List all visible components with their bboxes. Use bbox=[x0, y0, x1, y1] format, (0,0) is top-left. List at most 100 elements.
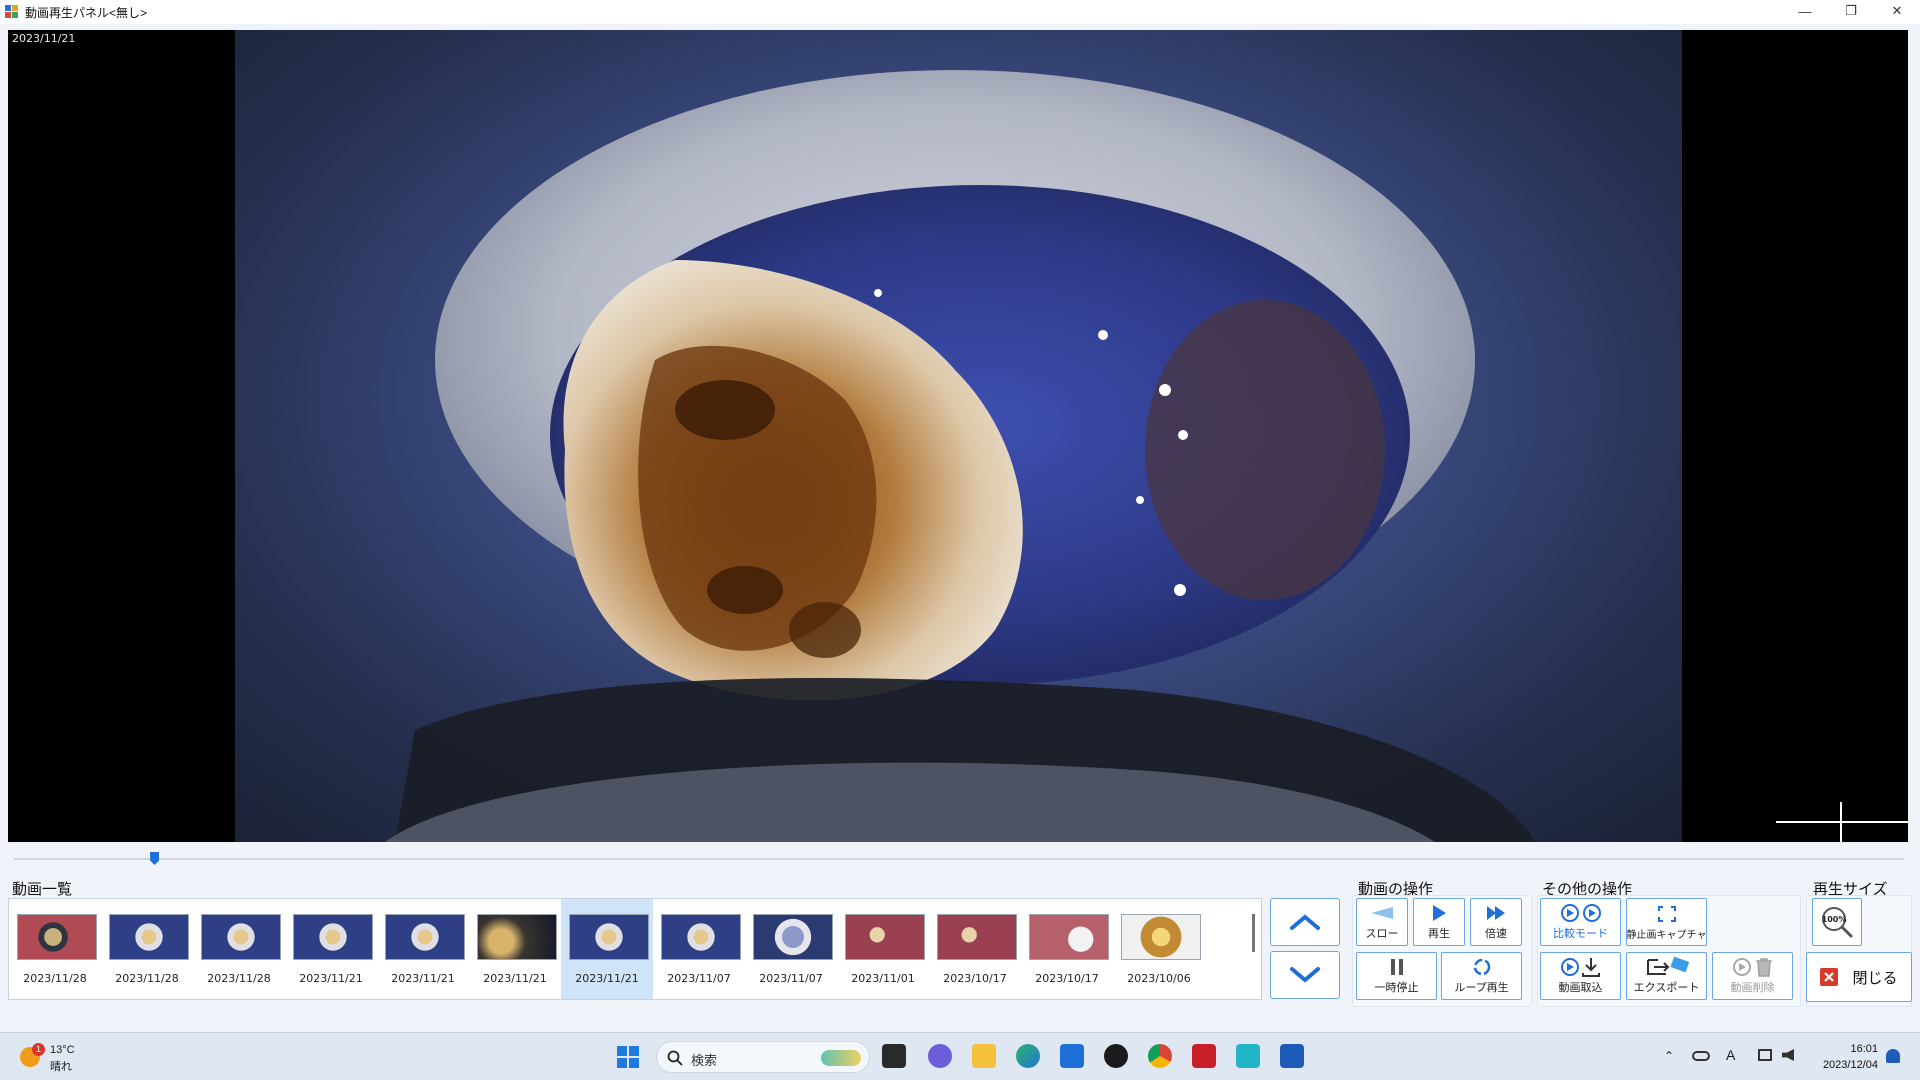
fast-button[interactable]: 倍速 bbox=[1470, 898, 1522, 946]
video-thumbnail-image bbox=[477, 914, 557, 960]
close-panel-button[interactable]: 閉じる bbox=[1806, 952, 1912, 1002]
loop-button[interactable]: ループ再生 bbox=[1441, 952, 1522, 1000]
video-frame-image bbox=[385, 70, 1535, 842]
export-icon bbox=[1646, 956, 1689, 975]
volume-icon[interactable] bbox=[1782, 1049, 1794, 1061]
slow-icon bbox=[1371, 907, 1393, 919]
video-thumbnail[interactable]: 2023/11/28 bbox=[101, 899, 193, 999]
thumbnail-scrollbar[interactable] bbox=[1252, 914, 1255, 952]
video-thumbnail-list[interactable]: 2023/11/28 2023/11/28 2023/11/28 2023/11/21… bbox=[8, 898, 1262, 1000]
dell-icon[interactable] bbox=[1104, 1044, 1128, 1068]
video-thumbnail-image bbox=[845, 914, 925, 960]
video-thumbnail[interactable]: 2023/11/21 bbox=[285, 899, 377, 999]
video-display[interactable]: 2023/11/21 bbox=[8, 30, 1908, 842]
crosshair-icon bbox=[1776, 802, 1908, 842]
video-thumbnail-date: 2023/11/01 bbox=[851, 972, 915, 985]
app-icon bbox=[5, 5, 19, 19]
chrome-icon[interactable] bbox=[1148, 1044, 1172, 1068]
search-icon bbox=[667, 1050, 683, 1066]
video-thumbnail[interactable]: 2023/11/28 bbox=[193, 899, 285, 999]
video-thumbnail-image bbox=[937, 914, 1017, 960]
import-icon bbox=[1560, 958, 1600, 977]
close-window-button[interactable]: ✕ bbox=[1874, 0, 1920, 22]
weather-temp: 13°C bbox=[50, 1044, 75, 1056]
video-thumbnail[interactable]: 2023/11/21 bbox=[561, 899, 653, 999]
video-thumbnail-date: 2023/11/21 bbox=[483, 972, 547, 985]
video-thumbnail-image bbox=[201, 914, 281, 960]
video-thumbnail-image bbox=[753, 914, 833, 960]
video-thumbnail-image bbox=[385, 914, 465, 960]
close-panel-label: 閉じる bbox=[1852, 969, 1898, 987]
clock-time[interactable]: 16:01 bbox=[1812, 1043, 1878, 1055]
video-thumbnail[interactable]: 2023/11/01 bbox=[837, 899, 929, 999]
export-label: エクスポート bbox=[1633, 982, 1700, 994]
video-thumbnail-image bbox=[661, 914, 741, 960]
video-thumbnail-date: 2023/10/17 bbox=[943, 972, 1007, 985]
tray-chevron-icon[interactable]: ⌃ bbox=[1664, 1049, 1674, 1063]
weather-widget[interactable]: 1 13°C 晴れ bbox=[18, 1041, 98, 1073]
delete-icon bbox=[1732, 958, 1772, 977]
ime-indicator[interactable]: A bbox=[1726, 1047, 1735, 1063]
video-thumbnail-date: 2023/10/17 bbox=[1035, 972, 1099, 985]
play-label: 再生 bbox=[1428, 928, 1450, 940]
play-button[interactable]: 再生 bbox=[1413, 898, 1465, 946]
slow-button[interactable]: スロー bbox=[1356, 898, 1408, 946]
video-thumbnail-image bbox=[569, 914, 649, 960]
video-thumbnail[interactable]: 2023/10/17 bbox=[1021, 899, 1113, 999]
zoom-100-icon: 100% bbox=[1822, 907, 1853, 938]
video-thumbnail[interactable]: 2023/10/17 bbox=[929, 899, 1021, 999]
video-thumbnail[interactable]: 2023/10/06 bbox=[1113, 899, 1205, 999]
file-explorer-icon[interactable] bbox=[972, 1044, 996, 1068]
search-placeholder: 検索 bbox=[691, 1053, 718, 1068]
v-app-icon[interactable] bbox=[1236, 1044, 1260, 1068]
video-thumbnail-date: 2023/11/28 bbox=[207, 972, 271, 985]
video-thumbnail-date: 2023/10/06 bbox=[1127, 972, 1191, 985]
video-thumbnail[interactable]: 2023/11/21 bbox=[377, 899, 469, 999]
video-thumbnail[interactable]: 2023/11/07 bbox=[653, 899, 745, 999]
video-thumbnail[interactable]: 2023/11/21 bbox=[469, 899, 561, 999]
network-icon[interactable] bbox=[1758, 1049, 1772, 1061]
video-import-label: 動画取込 bbox=[1558, 982, 1603, 994]
scroll-up-button[interactable] bbox=[1270, 898, 1340, 946]
video-delete-label: 動画削除 bbox=[1730, 982, 1775, 994]
start-button[interactable] bbox=[616, 1045, 640, 1069]
video-import-button[interactable]: 動画取込 bbox=[1540, 952, 1621, 1000]
clock-date[interactable]: 2023/12/04 bbox=[1812, 1059, 1878, 1071]
video-thumbnail-image bbox=[1029, 914, 1109, 960]
video-thumbnail-image bbox=[109, 914, 189, 960]
minimize-button[interactable]: — bbox=[1782, 0, 1828, 22]
close-icon bbox=[1820, 968, 1839, 986]
chevron-up-icon bbox=[1290, 914, 1320, 930]
video-thumbnail[interactable]: 2023/11/07 bbox=[745, 899, 837, 999]
onedrive-icon[interactable] bbox=[1692, 1051, 1710, 1061]
on-app-icon[interactable] bbox=[1280, 1044, 1304, 1068]
chevron-down-icon bbox=[1290, 967, 1320, 983]
pause-button[interactable]: 一時停止 bbox=[1356, 952, 1437, 1000]
still-capture-button[interactable]: 静止画キャプチャ bbox=[1626, 898, 1707, 946]
video-thumbnail-date: 2023/11/28 bbox=[115, 972, 179, 985]
seek-track[interactable] bbox=[14, 858, 1904, 860]
store-icon[interactable] bbox=[1060, 1044, 1084, 1068]
export-button[interactable]: エクスポート bbox=[1626, 952, 1707, 1000]
compare-mode-button[interactable]: 比較モード bbox=[1540, 898, 1621, 946]
search-highlight-icon bbox=[821, 1050, 861, 1066]
title-bar: 動画再生パネル<無し> — ❐ ✕ bbox=[0, 0, 1920, 24]
scroll-down-button[interactable] bbox=[1270, 951, 1340, 999]
teams-chat-icon[interactable] bbox=[928, 1044, 952, 1068]
compare-mode-label: 比較モード bbox=[1553, 928, 1608, 940]
video-thumbnail-date: 2023/11/21 bbox=[299, 972, 363, 985]
seek-thumb[interactable] bbox=[150, 852, 160, 865]
slow-label: スロー bbox=[1365, 928, 1399, 940]
video-thumbnail-image bbox=[17, 914, 97, 960]
taskbar: 1 13°C 晴れ 検索 ⌃ A 16:01 2023/12/04 bbox=[0, 1032, 1920, 1080]
video-delete-button[interactable]: 動画削除 bbox=[1712, 952, 1793, 1000]
dental-app-icon[interactable] bbox=[1192, 1044, 1216, 1068]
zoom-100-button[interactable]: 100% bbox=[1812, 898, 1862, 946]
taskbar-search[interactable]: 検索 bbox=[656, 1041, 870, 1073]
notification-bell-icon[interactable] bbox=[1886, 1049, 1900, 1063]
restore-button[interactable]: ❐ bbox=[1828, 0, 1874, 22]
seek-bar[interactable] bbox=[14, 852, 1904, 865]
edge-icon[interactable] bbox=[1016, 1044, 1040, 1068]
video-thumbnail[interactable]: 2023/11/28 bbox=[9, 899, 101, 999]
task-view-icon[interactable] bbox=[882, 1044, 906, 1068]
